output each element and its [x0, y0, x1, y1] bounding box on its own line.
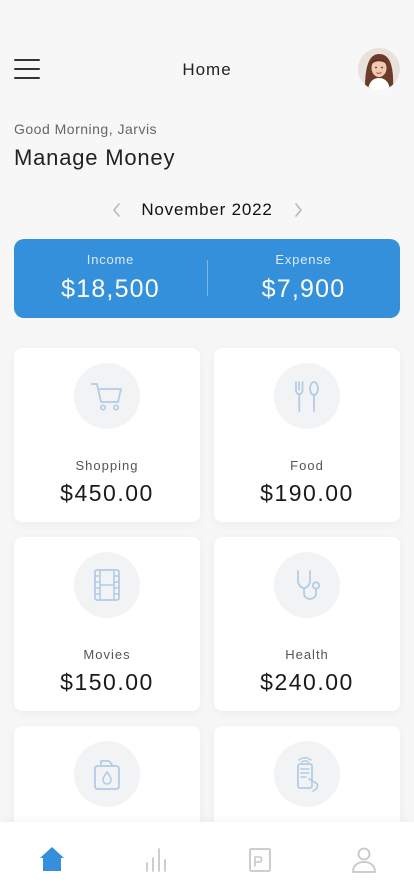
category-label: Food: [290, 458, 324, 473]
month-navigation: November 2022: [0, 198, 414, 222]
profile-icon: [352, 847, 376, 873]
avatar[interactable]: [358, 48, 400, 90]
stethoscope-icon: [297, 570, 321, 600]
income-label: Income: [86, 252, 135, 267]
category-icon-circle: [74, 363, 140, 429]
category-icon-circle: [274, 363, 340, 429]
category-icon-circle: [274, 552, 340, 618]
user-avatar-icon: [358, 48, 400, 90]
nav-wallet[interactable]: [245, 844, 275, 874]
income-expense-summary: Income $18,500 Expense $7,900: [14, 239, 400, 318]
expense-label: Expense: [275, 252, 332, 267]
page-heading: Manage Money: [14, 145, 176, 170]
current-month-label: November 2022: [141, 200, 273, 219]
page-title: Home: [182, 60, 232, 79]
home-icon: [40, 847, 64, 871]
category-amount: $150.00: [60, 669, 154, 695]
chart-icon: [146, 848, 166, 872]
category-label: Health: [285, 647, 329, 662]
app-screen: Home Good Morning, Jarvis Manage Money N…: [0, 0, 414, 896]
top-bar: Home: [0, 40, 414, 98]
nav-profile[interactable]: [349, 844, 379, 874]
category-card-food[interactable]: Food $190.00: [214, 348, 400, 522]
category-amount: $240.00: [260, 669, 354, 695]
category-icon-circle: [274, 741, 340, 807]
film-icon: [94, 569, 120, 601]
category-icon-circle: [74, 741, 140, 807]
phone-bill-icon: [297, 757, 319, 792]
nav-home[interactable]: [37, 844, 67, 874]
category-amount: $190.00: [260, 480, 354, 506]
category-card-movies[interactable]: Movies $150.00: [14, 537, 200, 711]
wallet-icon: [249, 848, 271, 872]
next-month-button[interactable]: [291, 201, 305, 219]
water-bottle-icon: [94, 760, 120, 790]
income-summary[interactable]: Income $18,500: [14, 239, 207, 318]
fork-spoon-icon: [295, 381, 319, 412]
expense-summary[interactable]: Expense $7,900: [207, 239, 400, 318]
bottom-navigation: [0, 822, 414, 896]
category-card-health[interactable]: Health $240.00: [214, 537, 400, 711]
greeting-text: Good Morning, Jarvis: [14, 121, 158, 137]
expense-value: $7,900: [261, 275, 346, 303]
chevron-right-icon: [295, 203, 302, 217]
category-icon-circle: [74, 552, 140, 618]
category-amount: $450.00: [60, 480, 154, 506]
shopping-cart-icon: [91, 383, 122, 411]
category-label: Movies: [83, 647, 131, 662]
category-card-shopping[interactable]: Shopping $450.00: [14, 348, 200, 522]
category-label: Shopping: [75, 458, 139, 473]
nav-statistics[interactable]: [142, 844, 172, 874]
income-value: $18,500: [61, 275, 160, 303]
